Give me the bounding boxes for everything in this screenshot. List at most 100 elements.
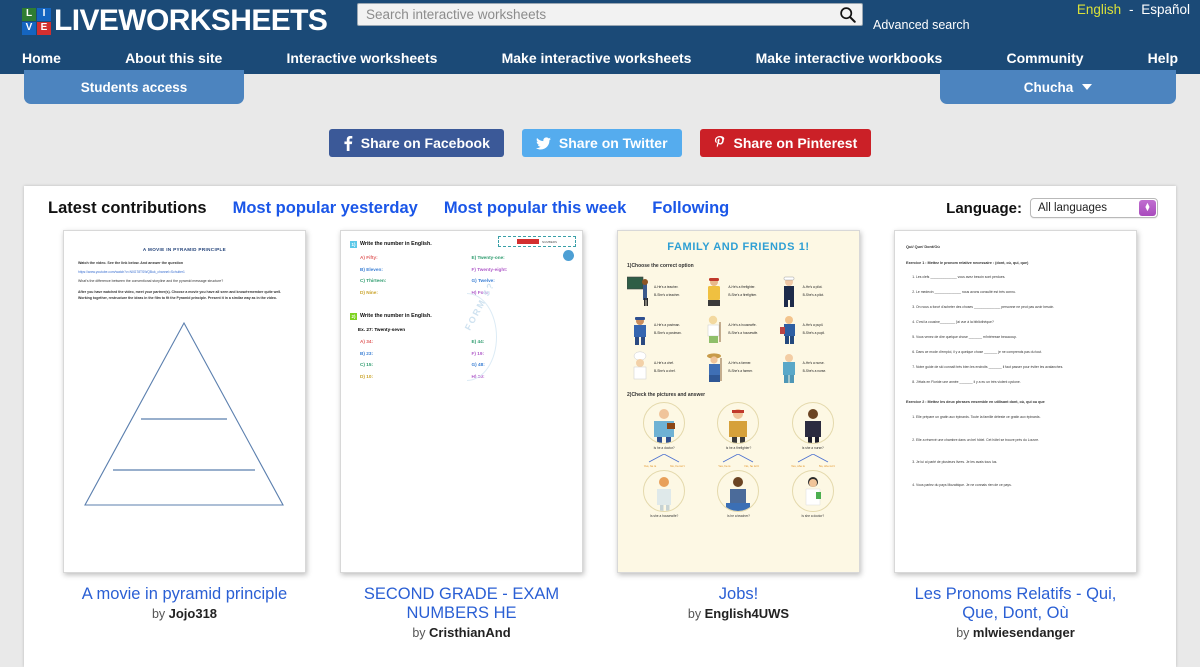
ws3-option-cell: A-He's a nurse. B-She's a nurse. xyxy=(776,350,850,384)
ws3-option-text: A-He's a teacher. B-She's a teacher. xyxy=(654,283,680,299)
nav-item-interactive-worksheets[interactable]: Interactive worksheets xyxy=(286,50,437,66)
worksheet-title-link[interactable]: A movie in pyramid principle xyxy=(82,585,287,604)
answer-arrows-icon xyxy=(641,450,687,463)
pupil-figure-icon xyxy=(776,312,802,346)
ws2-q1-text: Write the number in English. xyxy=(360,241,432,247)
ws1-link: https://www.youtube.com/watch?v=N0G78TSW… xyxy=(78,270,185,274)
ws3-picture-cell: Is she a housewife? xyxy=(627,470,701,518)
ws3-picture-cell: Is she a doctor? xyxy=(776,470,850,518)
ws2-header-label: NUMBERS xyxy=(541,239,557,244)
ws3-opt-b: B-She's a chef. xyxy=(654,369,676,373)
ws3-picture-cell: Is he a doctor? Yes, he is No, he isn't xyxy=(627,402,701,468)
worksheet-preview-pyramid: A MOVIE IN PYRAMID PRINCIPLE Watch the v… xyxy=(64,231,305,532)
language-filter-select[interactable]: All languages ▲ ▼ xyxy=(1030,198,1158,218)
ws3-option-cell: A-He's a pupil. B-She's a pupil. xyxy=(776,312,850,346)
ws3-option-text: A-He's a firefighter. B-She's a firefigh… xyxy=(728,283,757,299)
tab-most-popular-yesterday[interactable]: Most popular yesterday xyxy=(233,199,418,218)
ws3-option-cell: A-He's a pilot. B-She's a pilot. xyxy=(776,274,850,308)
ws2-q1-left-col: A) Fifty: B) Eleven: C) Thirteen: D) Nin… xyxy=(350,255,462,301)
ws4-item: Je lui ai parlé de plusieurs livres. Je … xyxy=(916,459,1125,465)
worksheet-thumbnail[interactable]: FAMILY AND FRIENDS 1! 1)Choose the corre… xyxy=(617,230,860,573)
worksheet-author: by CristhianAnd xyxy=(412,625,510,640)
author-name[interactable]: English4UWS xyxy=(705,606,790,621)
nav-item-about-this-site[interactable]: About this site xyxy=(125,50,222,66)
nav-item-community[interactable]: Community xyxy=(1007,50,1084,66)
select-stepper-icon[interactable]: ▲ ▼ xyxy=(1139,200,1156,216)
ws4-heading: Qui/ Que/ Dont/Où xyxy=(906,244,940,249)
worksheet-author: by Jojo318 xyxy=(152,606,217,621)
ws3-answer-yes: Yes, she is xyxy=(790,464,805,468)
ws1-line3: After you have watched the video, meet y… xyxy=(78,290,282,300)
share-on-pinterest-label: Share on Pinterest xyxy=(733,135,858,151)
author-name[interactable]: mlwiesendanger xyxy=(973,625,1075,640)
by-prefix: by xyxy=(956,625,973,640)
ws2-item: H) Four: xyxy=(471,289,490,295)
housewife-figure-icon xyxy=(701,312,727,346)
ws2-badge-icon xyxy=(563,250,574,261)
ws3-pictures-grid: Is he a doctor? Yes, he is No, he isn't xyxy=(627,402,850,518)
ws3-opt-b: B-She's a pupil. xyxy=(802,331,825,335)
search-box[interactable] xyxy=(357,3,863,26)
language-spanish-link[interactable]: Español xyxy=(1141,2,1190,17)
ws3-question-1: 1)Choose the correct option xyxy=(627,263,694,269)
share-on-pinterest-button[interactable]: Share on Pinterest xyxy=(699,129,872,157)
ws2-q2-left-col: A) 34: B) 23: C) 15: D) 10: xyxy=(350,339,462,385)
share-on-twitter-button[interactable]: Share on Twitter xyxy=(521,129,682,157)
worksheet-title-link[interactable]: Jobs! xyxy=(719,585,758,604)
ws4-item: C'est la cousine________ j'ai vue à la b… xyxy=(916,319,1125,325)
ws3-opt-a: A-He's a postman. xyxy=(654,323,681,327)
ws4-exercise-2-title: Exercice 2 : Mettez les deux phrases ens… xyxy=(906,400,1045,405)
students-access-button[interactable]: Students access xyxy=(24,70,244,104)
worksheet-thumbnail[interactable]: Qui/ Que/ Dont/Où Exercice 1 : Mettez le… xyxy=(894,230,1137,573)
logo-wordmark: LIVEWORKSHEETS xyxy=(54,4,328,37)
advanced-search-link[interactable]: Advanced search xyxy=(873,18,970,32)
nav-item-make-interactive-workbooks[interactable]: Make interactive workbooks xyxy=(756,50,943,66)
ws4-item: Elle a réservé une chambre dans un bel h… xyxy=(916,437,1125,443)
ws3-opt-b: B-She's a teacher. xyxy=(654,293,680,297)
ws3-answers: Yes, she is No, she isn't xyxy=(791,464,835,468)
language-english-link[interactable]: English xyxy=(1077,2,1121,17)
ws3-opt-a: A-He's a farmer. xyxy=(728,361,752,365)
doctor-photo-icon xyxy=(643,402,686,444)
ws4-exercise-1-title: Exercice 1 : Mettez le pronom relative n… xyxy=(906,260,1029,265)
twitter-icon xyxy=(535,136,551,150)
search-input[interactable] xyxy=(358,7,832,22)
tab-most-popular-this-week[interactable]: Most popular this week xyxy=(444,199,626,218)
ws3-heading: FAMILY AND FRIENDS 1! xyxy=(667,241,810,253)
ws3-answer-no: No, he isn't xyxy=(670,464,685,468)
ws3-picture-cell: Is he a firefighter? Yes, he is No, he i… xyxy=(701,402,775,468)
nav-item-make-interactive-worksheets[interactable]: Make interactive worksheets xyxy=(502,50,692,66)
share-on-facebook-button[interactable]: Share on Facebook xyxy=(328,129,504,157)
search-icon[interactable] xyxy=(832,4,862,25)
language-filter-value: All languages xyxy=(1038,202,1108,214)
logo-squares-icon: L I V E xyxy=(22,7,51,35)
ws1-line1: Watch the video. See the link below. And… xyxy=(78,261,184,265)
ws2-item: B) Eleven: xyxy=(360,266,383,272)
worksheet-title-link[interactable]: Les Pronoms Relatifs - Qui, Que, Dont, O… xyxy=(897,585,1135,623)
ws2-q2-text: Write the number in English. xyxy=(360,313,432,319)
pyramid-diagram-icon xyxy=(78,315,291,516)
ws2-item: C) 15: xyxy=(360,362,374,367)
author-name[interactable]: Jojo318 xyxy=(169,606,217,621)
tab-following[interactable]: Following xyxy=(652,199,729,218)
ws3-option-text: A-He's a pilot. B-She's a pilot. xyxy=(803,283,824,299)
logo-square-e: E xyxy=(37,21,51,35)
ws4-item: Notre guide de ski connaît très bien les… xyxy=(916,364,1125,370)
ws2-section-2: 2) Write the number in English. Ex. 27: T… xyxy=(350,313,573,385)
worksheet-thumbnail[interactable]: NUMBERS FORM 5? 1) Write the number in En… xyxy=(340,230,583,573)
worksheet-thumbnail[interactable]: A MOVIE IN PYRAMID PRINCIPLE Watch the v… xyxy=(63,230,306,573)
nav-item-home[interactable]: Home xyxy=(22,50,61,66)
site-logo[interactable]: L I V E LIVEWORKSHEETS xyxy=(22,4,328,37)
author-name[interactable]: CristhianAnd xyxy=(429,625,511,640)
ws3-option-cell: A-He's a teacher. B-She's a teacher. xyxy=(626,274,701,308)
ws3-opt-b: B-She's a firefighter. xyxy=(728,293,757,297)
ws2-item: C) Thirteen: xyxy=(360,278,387,283)
ws3-caption: Is she a doctor? xyxy=(801,514,825,518)
tab-latest-contributions[interactable]: Latest contributions xyxy=(48,199,207,218)
nav-item-help[interactable]: Help xyxy=(1148,50,1178,66)
ws2-q2-number: 2) xyxy=(350,313,357,320)
ws2-item: B) 23: xyxy=(360,350,374,356)
worksheet-title-link[interactable]: SECOND GRADE - EXAM NUMBERS HE xyxy=(343,585,581,623)
ws3-opt-a: A-He's a housewife. xyxy=(728,323,757,327)
user-menu-button[interactable]: Chucha xyxy=(940,70,1176,104)
